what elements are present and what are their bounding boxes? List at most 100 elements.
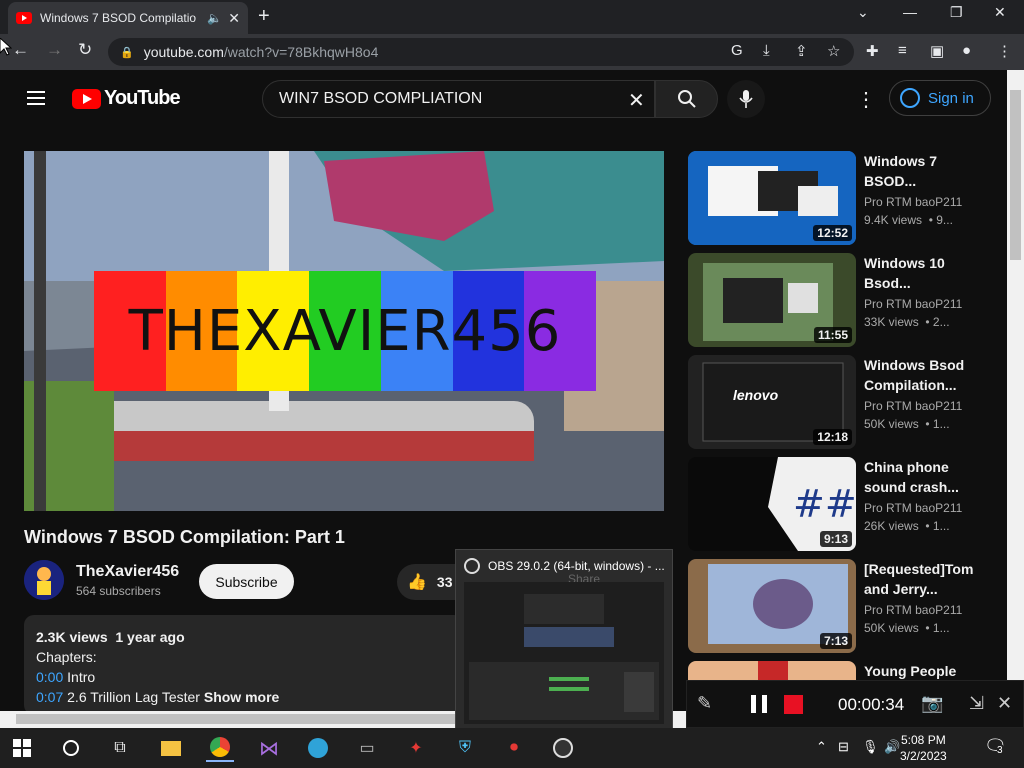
media-control-icon[interactable]: ≡ (898, 42, 907, 59)
settings-menu-icon[interactable]: ⋮ (856, 87, 876, 112)
video-thumbnail[interactable]: 11:55 (688, 253, 856, 347)
youtube-logo-icon[interactable] (72, 89, 101, 109)
search-input[interactable]: WIN7 BSOD COMPLIATION (262, 80, 655, 118)
minimize-button[interactable]: — (903, 4, 917, 20)
youtube-header: YouTube WIN7 BSOD COMPLIATION ✕ ⋮ Sign i… (0, 70, 1007, 128)
video-duration: 11:55 (813, 327, 852, 343)
app-red-icon[interactable]: ✦ (402, 734, 430, 762)
vertical-scroll-thumb[interactable] (1010, 90, 1021, 260)
related-video[interactable]: ## 9:13 China phone sound crash... Pro R… (688, 457, 988, 552)
stop-icon[interactable] (784, 695, 803, 714)
channel-avatar[interactable] (24, 560, 64, 600)
close-toolbar-icon[interactable]: ✕ (997, 693, 1012, 714)
search-circle-icon[interactable] (57, 734, 85, 762)
system-clock[interactable]: 5:08 PM 3/2/2023 (900, 732, 947, 764)
close-tab-icon[interactable]: ✕ (228, 10, 240, 27)
pause-icon[interactable] (751, 695, 767, 713)
lenovo-logo-text: lenovo (733, 387, 779, 403)
obs-logo-icon (464, 558, 480, 574)
related-video[interactable]: 11:55 Windows 10 Bsod... Pro RTM baoP211… (688, 253, 988, 348)
video-duration: 7:13 (819, 633, 852, 649)
hamburger-menu-icon[interactable] (27, 91, 45, 105)
video-meta: 50K views • 1... (864, 417, 950, 431)
new-tab-button[interactable]: + (258, 5, 270, 28)
url-host: youtube.com (143, 44, 224, 60)
related-video[interactable]: 12:52 Windows 7 BSOD... Pro RTM baoP211 … (688, 151, 988, 246)
network-icon[interactable]: ⊟ (838, 739, 849, 755)
side-panel-icon[interactable]: ▣ (930, 42, 944, 60)
voice-search-button[interactable] (727, 80, 765, 118)
obs-taskbar-icon[interactable] (549, 734, 577, 762)
video-thumbnail[interactable]: 7:13 (688, 559, 856, 653)
video-meta: 9.4K views • 9... (864, 213, 953, 227)
share-icon[interactable]: ⇪ (795, 42, 808, 60)
lock-icon[interactable]: 🔒 (120, 46, 134, 59)
bookmark-star-icon[interactable]: ☆ (827, 42, 840, 60)
show-hidden-icons-icon[interactable]: ⌃ (816, 739, 827, 755)
views-and-age: 2.3K views 1 year ago (36, 629, 185, 645)
description-box[interactable]: 2.3K views 1 year ago Chapters: 0:00 Int… (24, 615, 464, 715)
subscribe-button[interactable]: Subscribe (199, 564, 294, 599)
channel-name: Pro RTM baoP211 (864, 501, 963, 515)
minimize-toolbar-icon[interactable]: ⇲ (969, 693, 984, 714)
search-button[interactable] (655, 80, 718, 118)
recording-timer: 00:00:34 (838, 695, 905, 714)
edge-icon[interactable] (304, 734, 332, 762)
tab-search-icon[interactable]: ⌄ (857, 4, 869, 21)
tab-title: Windows 7 BSOD Compilatio (40, 11, 197, 25)
back-arrow-icon[interactable]: ← (12, 40, 29, 60)
related-video[interactable]: 7:13 [Requested]Tom and Jerry... Pro RTM… (688, 559, 988, 654)
reload-icon[interactable]: ↻ (78, 40, 92, 60)
video-title: Windows 7 BSOD Compilation: Part 1 (24, 527, 345, 547)
video-duration: 12:18 (813, 429, 852, 445)
volume-icon[interactable]: 🔊 (884, 739, 900, 755)
chapter-timestamp[interactable]: 0:07 (36, 689, 63, 705)
channel-name: Pro RTM baoP211 (864, 603, 963, 617)
task-view-icon[interactable]: ⧉ (106, 734, 134, 762)
close-window-button[interactable]: ✕ (994, 4, 1006, 21)
restore-button[interactable]: ❐ (950, 4, 963, 21)
profile-icon[interactable]: ● (962, 42, 971, 59)
file-explorer-icon[interactable] (157, 734, 185, 762)
pen-icon[interactable]: ✎ (697, 693, 712, 714)
video-duration: 9:13 (819, 531, 852, 547)
recorder-app-icon[interactable]: ⏺ (500, 734, 528, 762)
clear-search-icon[interactable]: ✕ (628, 88, 645, 113)
forward-arrow-icon[interactable]: → (46, 40, 63, 60)
app-window-icon[interactable]: ▭ (353, 734, 381, 762)
windows-start-icon[interactable] (8, 734, 36, 762)
video-title: Windows 10 Bsod... (864, 255, 945, 291)
channel-name[interactable]: TheXavier456 (76, 563, 179, 581)
video-player[interactable]: THEXAVIER456 (24, 151, 664, 511)
svg-text:##: ## (793, 482, 856, 526)
video-thumbnail[interactable]: lenovo 12:18 (688, 355, 856, 449)
horizontal-scroll-thumb[interactable] (16, 714, 456, 724)
security-shield-icon[interactable]: ⛨ (451, 734, 479, 762)
chrome-taskbar-icon[interactable] (206, 734, 234, 762)
search-icon (677, 90, 696, 108)
browser-tab-strip: Windows 7 BSOD Compilatio 🔈 ✕ + ⌄ — ❐ ✕ (0, 0, 1024, 34)
visual-studio-icon[interactable]: ⋈ (255, 734, 283, 762)
related-video[interactable]: lenovo 12:18 Windows Bsod Compilation...… (688, 355, 988, 450)
chapter-timestamp[interactable]: 0:00 (36, 669, 63, 685)
video-thumbnail[interactable]: 12:52 (688, 151, 856, 245)
obs-taskbar-preview[interactable]: OBS 29.0.2 (64-bit, windows) - ... Share (455, 549, 673, 729)
camera-icon[interactable]: 📷 (921, 693, 943, 714)
url-path: /watch?v=78BkhqwH8o4 (223, 44, 379, 60)
sign-in-button[interactable]: Sign in (889, 80, 991, 116)
show-more-link[interactable]: Show more (204, 689, 279, 705)
microphone-tray-icon[interactable]: 🎙 (862, 739, 879, 755)
obs-window-image (464, 582, 664, 724)
extensions-icon[interactable]: ✚ (866, 42, 879, 60)
speaker-icon[interactable]: 🔈 (207, 11, 222, 25)
browser-toolbar: ← → ↻ 🔒 youtube.com/watch?v=78BkhqwH8o4 … (0, 34, 1024, 70)
google-lens-icon[interactable]: G (731, 42, 743, 59)
chrome-menu-icon[interactable]: ⋮ (997, 42, 1012, 60)
video-thumbnail[interactable]: ## 9:13 (688, 457, 856, 551)
windows-logo-icon (13, 739, 31, 757)
install-icon[interactable]: ⤓ (763, 42, 770, 59)
action-center-icon[interactable]: 🗨 (984, 736, 1007, 757)
browser-tab[interactable]: Windows 7 BSOD Compilatio 🔈 ✕ (8, 2, 248, 34)
youtube-logo-text[interactable]: YouTube (104, 87, 181, 110)
thumbs-up-icon: 👍 (407, 574, 427, 591)
